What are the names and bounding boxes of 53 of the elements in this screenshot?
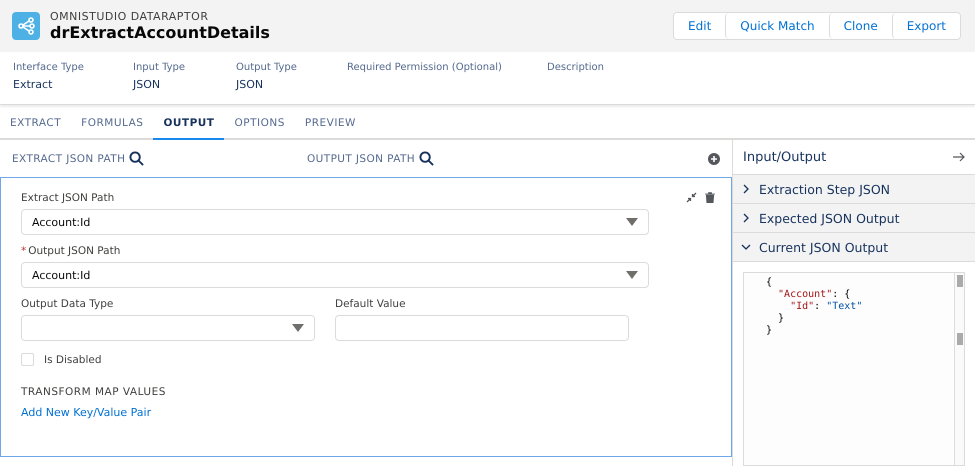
tab[interactable]: FORMULAS [71,107,154,140]
record-title: drExtractAccountDetails [50,23,271,42]
scrollbar-thumb[interactable] [957,275,963,287]
field-label: Default Value [335,298,406,310]
field-label: Required Permission (Optional) [347,62,503,73]
code-line: } [777,313,784,325]
code-line: "Id": "Text" [789,301,862,313]
code-line: } [766,325,772,337]
panel-title: Input/Output [743,150,826,164]
field-label: Description [547,62,605,73]
field-label: Extract JSON Path [21,192,114,204]
arrow-icon[interactable] [953,152,965,162]
chevron-icon [741,213,751,223]
accordion-section[interactable]: Extraction Step JSON [733,175,975,204]
caret-icon [292,324,304,332]
search-icon[interactable] [129,151,144,166]
section-heading: TRANSFORM MAP VALUES [21,386,167,398]
delete-icon[interactable] [705,192,715,203]
logo-icon [12,12,40,40]
field-label: Input Type [133,62,186,73]
tab[interactable]: PREVIEW [294,107,366,140]
tab[interactable]: OPTIONS [224,107,295,140]
checkbox-label: Is Disabled [44,354,102,366]
chevron-icon [741,184,751,194]
caret-icon [626,271,638,279]
field-value: JSON [133,78,162,91]
add-icon[interactable] [708,152,720,164]
add-pair-link[interactable]: Add New Key/Value Pair [21,406,711,419]
chevron-icon [741,242,751,252]
object-type-label: OMNISTUDIO DATARAPTOR [50,10,210,23]
accordion-section[interactable]: Expected JSON Output [733,204,975,233]
collapse-icon[interactable] [686,192,697,203]
code-editor[interactable]: { "Account": { "Id": "Text" } } [743,272,965,466]
tab[interactable]: EXTRACT [0,107,72,140]
code-line: "Account": { [777,289,850,301]
field-value: JSON [236,78,264,91]
default-value-field[interactable] [335,315,629,341]
field-label: Output Data Type [21,298,114,310]
checkbox[interactable] [21,353,34,366]
column-heading: EXTRACT JSON PATH [12,152,126,164]
field-value: Extract [13,78,54,91]
scrollbar-thumb[interactable] [957,333,963,345]
field-label: Output Type [236,62,298,73]
field-label: * Output JSON Path [21,245,120,257]
code-line: { [766,277,772,289]
accordion-section[interactable]: Current JSON Output [733,233,975,262]
tab[interactable]: OUTPUT [153,107,224,140]
field-label: Interface Type [13,62,85,73]
extract-path-dropdown[interactable]: Account:Id [21,209,649,235]
column-heading: OUTPUT JSON PATH [307,152,416,164]
output-path-dropdown[interactable]: Account:Id [21,262,649,288]
search-icon[interactable] [419,151,434,166]
caret-icon [626,218,638,226]
